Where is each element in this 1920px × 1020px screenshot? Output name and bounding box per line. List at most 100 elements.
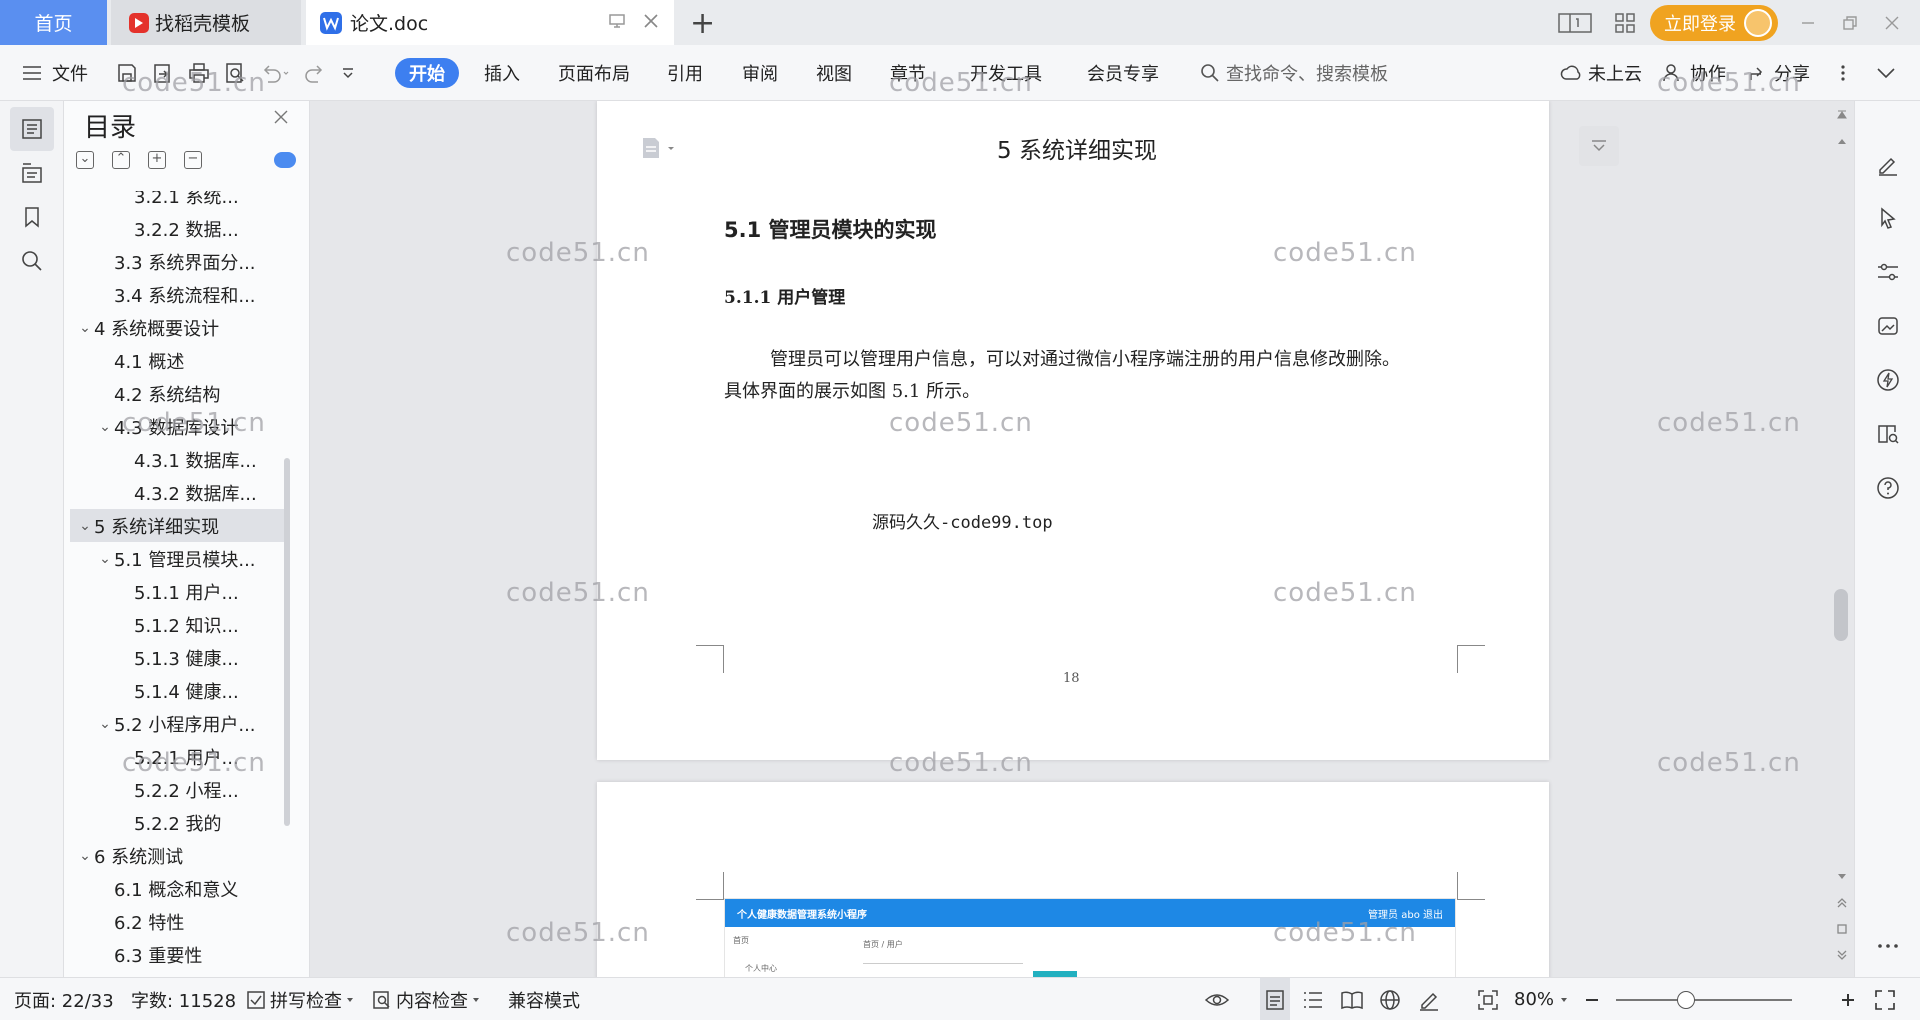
share-button[interactable]: 分享	[1748, 45, 1810, 101]
zoom-out-button[interactable]	[1584, 978, 1600, 1020]
chevron-down-icon[interactable]: ⌄	[96, 551, 114, 567]
apps-grid-icon[interactable]	[1614, 12, 1636, 34]
expand-all-button[interactable]: ⌄	[76, 151, 94, 169]
chevron-down-icon[interactable]: ⌄	[76, 320, 94, 336]
toc-item[interactable]: 3.4 系统流程和...	[70, 278, 290, 311]
toc-item[interactable]: 4.2 系统结构	[70, 377, 290, 410]
tab-home[interactable]: 首页	[0, 0, 107, 45]
close-tab-icon[interactable]	[642, 12, 660, 30]
help-button[interactable]	[1875, 475, 1901, 501]
menu-start[interactable]: 开始	[395, 58, 459, 88]
toc-item[interactable]: 3.3 系统界面分...	[70, 245, 290, 278]
scroll-thumb[interactable]	[1834, 589, 1848, 641]
tab-template[interactable]: 找稻壳模板	[111, 0, 301, 45]
print-icon[interactable]	[188, 62, 210, 84]
toc-item[interactable]: 5.2.2 小程...	[70, 773, 290, 806]
edit-tool-button[interactable]	[1875, 151, 1901, 177]
chevron-down-icon[interactable]: ⌄	[96, 716, 114, 732]
menu-member[interactable]: 会员专享	[1087, 45, 1159, 101]
word-count[interactable]: 字数: 11528	[131, 978, 236, 1020]
ai-tool-button[interactable]	[1875, 367, 1901, 393]
toc-item[interactable]: 5.2.2 我的	[70, 806, 290, 839]
close-outline-button[interactable]	[273, 109, 289, 125]
next-page-icon[interactable]	[1836, 949, 1848, 961]
toc-item[interactable]: 5.1.3 健康...	[70, 641, 290, 674]
scroll-up-icon[interactable]	[1836, 137, 1848, 145]
close-window-icon[interactable]	[1884, 15, 1900, 31]
toc-item[interactable]: 5.1.2 知识...	[70, 608, 290, 641]
select-browse-icon[interactable]	[1836, 923, 1848, 935]
menu-view[interactable]: 视图	[816, 45, 852, 101]
adjust-tool-button[interactable]	[1875, 259, 1901, 285]
more-tools-button[interactable]	[1875, 933, 1901, 959]
page-view-button[interactable]	[1260, 978, 1290, 1020]
spell-check-button[interactable]: 拼写检查	[246, 978, 354, 1020]
cloud-status[interactable]: 未上云	[1560, 45, 1642, 101]
fit-page-button[interactable]	[1477, 978, 1499, 1020]
zoom-slider[interactable]	[1616, 999, 1792, 1001]
prev-page-icon[interactable]	[1836, 897, 1848, 909]
collapse-all-button[interactable]: ⌃	[112, 151, 130, 169]
chevron-down-icon[interactable]: ⌄	[96, 419, 114, 435]
zoom-level-dropdown[interactable]: 80%	[1514, 978, 1568, 1020]
toc-item[interactable]: 5.1.1 用户...	[70, 575, 290, 608]
eye-protection-button[interactable]	[1204, 978, 1230, 1020]
collaborate-button[interactable]: 协作	[1662, 45, 1726, 101]
export-pdf-icon[interactable]	[152, 62, 174, 84]
collapse-ribbon-button[interactable]	[1876, 45, 1896, 101]
menu-chapter[interactable]: 章节	[890, 45, 926, 101]
toc-item[interactable]: ⌄ 5.1 管理员模块...	[70, 542, 290, 575]
image-tool-button[interactable]	[1875, 313, 1901, 339]
page-indicator[interactable]: 页面: 22/33	[14, 978, 114, 1020]
chevron-down-icon[interactable]: ⌄	[76, 518, 94, 534]
outline-view-button[interactable]	[1302, 978, 1324, 1020]
toc-item[interactable]: 6.1 概念和意义	[70, 872, 290, 905]
toc-item[interactable]: 5.1.4 健康...	[70, 674, 290, 707]
collapse-page-button[interactable]	[1579, 126, 1619, 166]
monitor-icon[interactable]	[608, 12, 626, 30]
new-tab-button[interactable]: +	[690, 6, 715, 41]
toc-item[interactable]: 6.2 特性	[70, 905, 290, 938]
command-search[interactable]: 查找命令、搜索模板	[1200, 45, 1388, 101]
redo-icon[interactable]	[304, 62, 326, 84]
menu-insert[interactable]: 插入	[484, 45, 520, 101]
more-menu-button[interactable]	[1840, 45, 1846, 101]
toc-item[interactable]: ⌄ 6 系统测试	[70, 839, 290, 872]
scroll-top-icon[interactable]	[1836, 109, 1848, 121]
login-button[interactable]: 立即登录	[1650, 4, 1778, 41]
fullscreen-button[interactable]	[1874, 978, 1896, 1020]
restore-icon[interactable]	[1842, 15, 1858, 31]
web-view-button[interactable]	[1379, 978, 1401, 1020]
navigation-button[interactable]	[10, 151, 54, 195]
reading-view-button[interactable]	[1340, 978, 1364, 1020]
find-button[interactable]	[10, 239, 54, 283]
print-preview-icon[interactable]	[224, 62, 246, 84]
file-menu[interactable]: 文件	[22, 45, 88, 101]
outline-sync-toggle[interactable]	[274, 152, 296, 168]
toc-item[interactable]: 3.2.1 系统...	[70, 191, 290, 212]
menu-references[interactable]: 引用	[667, 45, 703, 101]
toc-item[interactable]: 6.3 重要性	[70, 938, 290, 971]
menu-page-layout[interactable]: 页面布局	[558, 45, 630, 101]
menu-developer[interactable]: 开发工具	[970, 45, 1042, 101]
minimize-icon[interactable]	[1800, 15, 1816, 31]
promote-button[interactable]: +	[148, 151, 166, 169]
paragraph-menu[interactable]	[641, 136, 679, 160]
customize-toolbar-icon[interactable]	[340, 65, 356, 81]
toc-item[interactable]: 4.1 概述	[70, 344, 290, 377]
toc-item-current[interactable]: ⌄ 5 系统详细实现	[70, 509, 290, 542]
save-icon[interactable]	[116, 62, 138, 84]
outline-panel-button[interactable]	[10, 107, 54, 151]
document-page[interactable]: 5 系统详细实现 5.1 管理员模块的实现 5.1.1 用户管理 管理员可以管理…	[597, 101, 1549, 760]
demote-button[interactable]: −	[184, 151, 202, 169]
reading-tool-button[interactable]	[1875, 421, 1901, 447]
toc-item[interactable]: 5.2.1 用户...	[70, 740, 290, 773]
tab-document[interactable]: 论文.doc	[306, 0, 674, 45]
undo-icon[interactable]	[260, 62, 290, 84]
select-tool-button[interactable]	[1875, 205, 1901, 231]
chevron-down-icon[interactable]: ⌄	[76, 848, 94, 864]
toc-item[interactable]: ⌄ 4.3 数据库设计	[70, 410, 290, 443]
menu-review[interactable]: 审阅	[742, 45, 778, 101]
toc-item[interactable]: 4.3.1 数据库...	[70, 443, 290, 476]
outline-scrollbar[interactable]	[284, 458, 290, 826]
